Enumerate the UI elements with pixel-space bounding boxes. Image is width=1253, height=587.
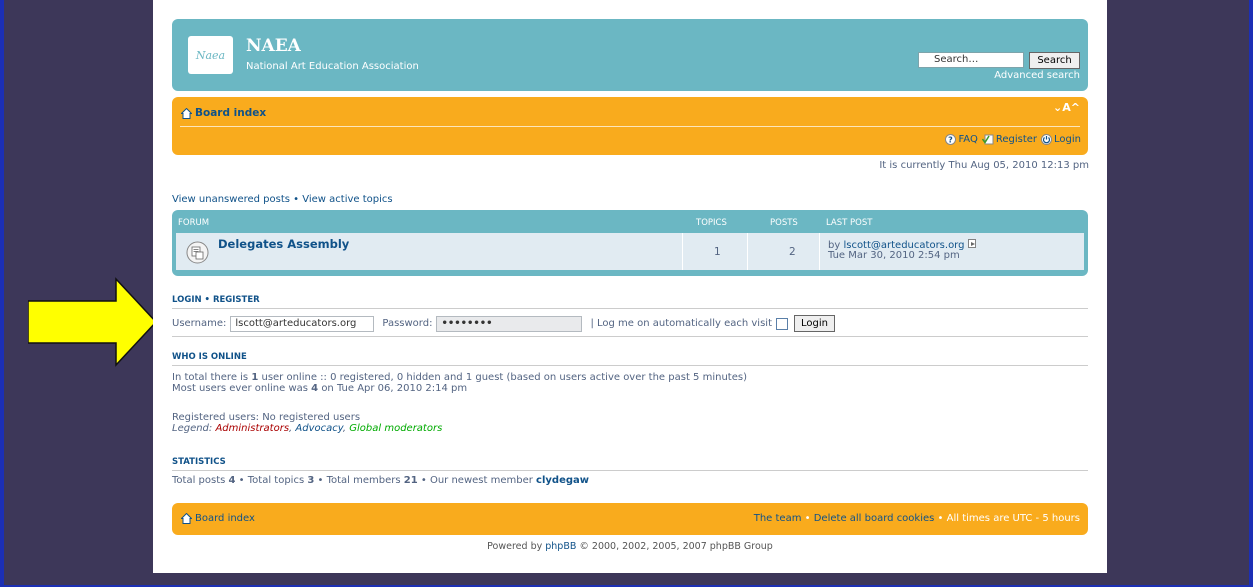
header-topics: Topics (696, 218, 727, 228)
faq-link[interactable]: ? FAQ (945, 134, 978, 145)
column-divider (682, 233, 683, 270)
total-members-label: Total members (326, 475, 401, 486)
total-topics-label: Total topics (247, 475, 305, 486)
online-summary: In total there is 1 user online :: 0 reg… (172, 372, 747, 394)
header-posts: Posts (770, 218, 798, 228)
search-input[interactable]: Search… (918, 52, 1024, 68)
powered-by: Powered by phpBB © 2000, 2002, 2005, 200… (153, 541, 1107, 552)
statistics-line: Total posts 4 • Total topics 3 • Total m… (172, 475, 590, 486)
password-label: Password: (382, 318, 433, 329)
registered-users: Registered users: No registered users (172, 412, 361, 423)
faq-label: FAQ (958, 134, 978, 145)
phpbb-link[interactable]: phpBB (545, 541, 576, 552)
unanswered-posts-link[interactable]: View unanswered posts (172, 194, 290, 205)
register-label: Register (995, 134, 1038, 145)
table-row: Delegates Assembly 1 2 by lscott@arteduc… (176, 233, 1084, 270)
nav-links: ? FAQ Register Login (945, 134, 1081, 145)
the-team-link[interactable]: The team (754, 513, 802, 524)
site-header: Naea NAEA National Art Education Associa… (172, 19, 1088, 91)
site-title[interactable]: NAEA (246, 36, 301, 56)
home-icon (181, 513, 192, 524)
delete-cookies-link[interactable]: Delete all board cookies (814, 513, 935, 524)
timezone-text: All times are UTC - 5 hours (946, 513, 1080, 524)
window-border-right (1249, 0, 1253, 587)
view-latest-post-icon[interactable] (967, 239, 977, 248)
newest-member-link[interactable]: clydegaw (536, 475, 589, 486)
navbar: Board index ⌄A^ ? FAQ Register Login (172, 97, 1088, 155)
legend-label: Legend: (172, 423, 213, 434)
board-index-link[interactable]: Board index (195, 107, 266, 119)
who-is-online-heading[interactable]: Who is online (172, 352, 1088, 366)
register-link[interactable]: Register (981, 134, 1038, 145)
last-post-date: Tue Mar 30, 2010 2:54 pm (828, 250, 960, 261)
svg-text:?: ? (949, 136, 954, 145)
forum-table: Forum Topics Posts Last post Delegates A… (172, 210, 1088, 276)
online-max-count: 4 (311, 383, 319, 394)
font-resize-control[interactable]: ⌄A^ (1053, 101, 1080, 114)
powered-prefix: Powered by (487, 541, 543, 552)
breadcrumb: Board index (181, 107, 266, 119)
footer-board-index-link[interactable]: Board index (195, 513, 255, 524)
forum-page: Naea NAEA National Art Education Associa… (153, 0, 1107, 573)
quick-links: View unanswered posts • View active topi… (172, 194, 393, 205)
legend-administrators[interactable]: Administrators (215, 423, 289, 434)
autologin-checkbox[interactable] (776, 317, 788, 330)
total-posts: 4 (228, 475, 236, 486)
advanced-search-link[interactable]: Advanced search (994, 70, 1080, 81)
statistics-heading: Statistics (172, 457, 1088, 471)
active-topics-link[interactable]: View active topics (302, 194, 392, 205)
autologin-label: | Log me on automatically each visit (590, 318, 772, 329)
logo-text: Naea (195, 48, 226, 62)
topics-count: 1 (714, 246, 721, 258)
online-total-count: 1 (251, 372, 259, 383)
online-max-date: on Tue Apr 06, 2010 2:14 pm (321, 383, 468, 394)
total-members: 21 (403, 475, 418, 486)
footer-navbar: Board index The team • Delete all board … (172, 503, 1088, 535)
username-label: Username: (172, 318, 227, 329)
window-border-left (0, 0, 4, 587)
password-field[interactable]: •••••••• (436, 315, 583, 332)
footer-separator: • (937, 513, 944, 524)
header-forum: Forum (178, 218, 210, 228)
online-total-line: In total there is 1 user online :: 0 reg… (172, 372, 747, 383)
total-topics: 3 (307, 475, 315, 486)
newest-member-label: Our newest member (429, 475, 533, 486)
legend-global-moderators[interactable]: Global moderators (349, 423, 442, 434)
registered-users-block: Registered users: No registered users Le… (172, 412, 442, 434)
quick-links-separator: • (293, 194, 300, 205)
username-field[interactable]: lscott@arteducators.org (230, 315, 375, 332)
forum-name-link[interactable]: Delegates Assembly (218, 237, 349, 251)
footer-links: The team • Delete all board cookies • Al… (754, 513, 1080, 524)
online-total-detail: user online :: 0 registered, 0 hidden an… (261, 372, 747, 383)
footer-breadcrumb: Board index (181, 513, 255, 524)
power-icon (1041, 134, 1053, 145)
search-button[interactable]: Search (1029, 52, 1080, 69)
legend-advocacy[interactable]: Advocacy (295, 423, 343, 434)
login-button[interactable]: Login (794, 315, 835, 332)
header-last-post: Last post (826, 218, 873, 228)
login-link[interactable]: Login (1041, 134, 1081, 145)
site-description: National Art Education Association (246, 61, 419, 72)
posts-count: 2 (789, 246, 796, 258)
online-total-prefix: In total there is (172, 372, 249, 383)
home-icon (181, 107, 192, 119)
column-divider (819, 233, 820, 270)
online-max-prefix: Most users ever online was (172, 383, 308, 394)
forum-read-icon (186, 241, 209, 264)
online-max-line: Most users ever online was 4 on Tue Apr … (172, 383, 747, 394)
yellow-arrow-annotation (28, 277, 158, 367)
site-logo[interactable]: Naea (188, 36, 233, 74)
current-time: It is currently Thu Aug 05, 2010 12:13 p… (879, 160, 1089, 171)
nav-divider (180, 126, 1080, 127)
column-divider (747, 233, 748, 270)
legend: Legend: Administrators, Advocacy, Global… (172, 423, 443, 434)
login-form: Username: lscott@arteducators.org Passwo… (172, 315, 1088, 337)
copyright: © 2000, 2002, 2005, 2007 phpBB Group (579, 541, 773, 552)
total-posts-label: Total posts (172, 475, 226, 486)
login-register-heading[interactable]: Login • Register (172, 295, 1088, 309)
login-label: Login (1054, 134, 1081, 145)
footer-separator: • (804, 513, 811, 524)
register-icon (981, 134, 994, 145)
faq-icon: ? (945, 134, 957, 145)
